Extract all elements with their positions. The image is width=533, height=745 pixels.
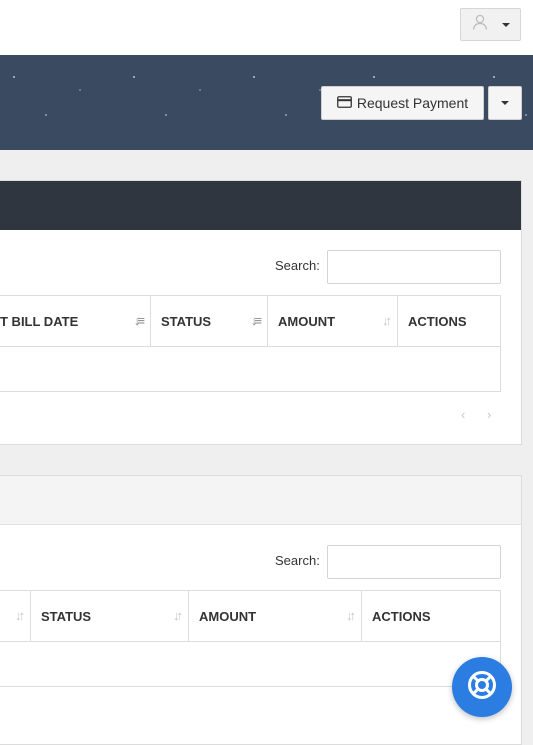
invoices-panel: Search: T BILL DATE ↓≡ STATUS ↓≡ AMOUNT … [0,180,522,445]
search-input[interactable] [327,250,501,284]
chevron-down-icon [501,22,510,27]
credit-card-icon [336,95,352,111]
search-label: Search: [275,553,320,568]
chevron-down-icon [501,101,509,105]
sort-icon: ↓↑ [15,608,25,623]
request-payment-button[interactable]: Request Payment [321,86,484,120]
column-header-actions: ACTIONS [408,313,467,329]
pager-next-button[interactable]: › [487,407,491,422]
search-input[interactable] [327,545,501,579]
sort-icon: ↓≡ [250,313,262,328]
panel-header [0,476,521,525]
data-table: ↓↑ STATUS ↓↑ AMOUNT ↓↑ ACTIONS [0,590,501,687]
top-navbar [0,0,533,55]
column-header-status[interactable]: STATUS ↓↑ [31,591,189,641]
table-header-row: ↓↑ STATUS ↓↑ AMOUNT ↓↑ ACTIONS [0,591,500,642]
table-body [0,347,500,391]
column-header-actions: ACTIONS [372,608,431,624]
sort-icon: ↓↑ [346,608,356,623]
sort-icon: ↓↑ [382,313,392,328]
payments-panel: Search: ↓↑ STATUS ↓↑ AMOUNT ↓↑ ACTIONS [0,475,522,745]
user-menu-button[interactable] [460,8,521,41]
table-body [0,642,500,686]
request-payment-dropdown-toggle[interactable] [488,86,522,120]
request-payment-label: Request Payment [356,95,469,111]
user-icon [472,14,488,35]
search-label: Search: [275,258,320,273]
column-header-amount[interactable]: AMOUNT ↓↑ [189,591,362,641]
help-button[interactable] [452,657,512,717]
panel-header [0,181,521,230]
column-header-status[interactable]: STATUS ↓≡ [151,296,268,346]
sort-icon: ↓↑ [173,608,183,623]
data-table: T BILL DATE ↓≡ STATUS ↓≡ AMOUNT ↓↑ ACTIO… [0,295,501,392]
pager-prev-button[interactable]: ‹ [461,407,465,422]
column-header-date[interactable]: ↓↑ [0,591,31,641]
column-header-amount[interactable]: AMOUNT ↓↑ [268,296,398,346]
table-header-row: T BILL DATE ↓≡ STATUS ↓≡ AMOUNT ↓↑ ACTIO… [0,296,500,347]
sort-icon: ↓≡ [133,313,145,328]
lifebuoy-icon [466,669,498,706]
column-header-bill-date[interactable]: T BILL DATE ↓≡ [0,296,151,346]
